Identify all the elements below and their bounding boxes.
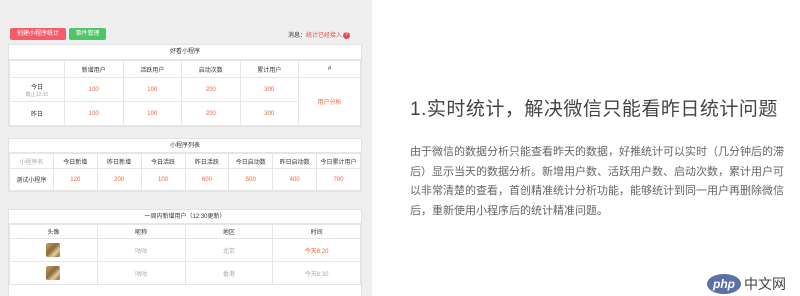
column-header: #	[298, 60, 361, 78]
avatar-cell	[9, 261, 98, 285]
create-miniprogram-stats-button[interactable]: 创建小程序统计	[10, 28, 66, 40]
column-header	[9, 60, 65, 78]
table-cell: 200	[181, 77, 241, 102]
nickname-cell: 咕咕	[96, 238, 186, 262]
avatar-cell	[9, 238, 98, 262]
table-cell: 100	[64, 77, 124, 102]
table-cell: 100	[64, 101, 124, 126]
table-cell: 100	[122, 77, 182, 102]
column-header: 今日启动数	[228, 153, 274, 169]
php-cn-logo: php 中文网	[707, 272, 786, 296]
column-header: 活跃用户	[122, 60, 182, 78]
table-row[interactable]: 测试小程序 120 200 100 600 500 400 700	[9, 168, 361, 191]
column-header: 累计用户	[239, 60, 299, 78]
column-header: 小程序名	[9, 153, 54, 169]
table-row: 咕咕 香港 今天8:30	[9, 261, 361, 285]
favorite-stats-table: 新增用户 活跃用户 启动次数 累计用户 # 今日 截止12:30 100 100 …	[9, 60, 361, 126]
miniprogram-list-table: 小程序名 今日新增 昨日新增 今日活跃 昨日活跃 今日启动数 昨日启动数 今日累…	[9, 153, 361, 191]
table-cell: 700	[316, 168, 361, 191]
row-label-text: 今日	[30, 84, 43, 91]
article-heading: 1.实时统计，解决微信只能看昨日统计问题	[410, 99, 778, 120]
region-cell: 香港	[184, 261, 274, 285]
table-cell: 120	[52, 168, 98, 191]
card-title: 小程序列表	[9, 139, 361, 153]
column-header: 头像	[9, 224, 98, 239]
weekly-users-table: 头像 昵称 地区 时间 咕咕 北京 今天8:20 咕咕 香港 今天8:30	[9, 224, 361, 285]
table-cell: 200	[181, 101, 241, 126]
weekly-new-users-card: 一周内新增用户（12:30更新） 头像 昵称 地区 时间 咕咕 北京 今天8:2…	[8, 209, 362, 296]
time-cell: 今天8:20	[272, 238, 361, 262]
nickname-cell: 咕咕	[96, 261, 186, 285]
column-header: 地区	[184, 224, 274, 239]
user-analysis-link[interactable]: 用户分析	[298, 77, 361, 126]
table-cell: 300	[239, 77, 299, 102]
column-header: 今日新增	[52, 153, 98, 169]
row-label-sub: 截止12:30	[25, 91, 49, 98]
table-row: 咕咕 北京 今天8:20	[9, 238, 361, 262]
row-label: 昨日	[9, 101, 65, 126]
column-header: 时间	[272, 224, 361, 239]
table-cell: 400	[272, 168, 318, 191]
row-label: 今日 截止12:30	[9, 77, 65, 102]
avatar	[46, 243, 61, 257]
php-logo-mark: php	[707, 274, 741, 294]
column-header: 启动次数	[181, 60, 241, 78]
card-title: 一周内新增用户（12:30更新）	[9, 210, 361, 224]
avatar	[46, 266, 61, 280]
table-cell: 100	[140, 168, 186, 191]
column-header: 新增用户	[64, 60, 124, 78]
column-header: 昨日启动数	[272, 153, 318, 169]
help-icon[interactable]: ?	[343, 32, 350, 39]
column-header: 昵称	[96, 224, 186, 239]
notice-bar: 消息：统计已经接入?	[288, 32, 350, 40]
notice-link[interactable]: 统计已经接入	[306, 33, 342, 39]
column-header: 今日活跃	[140, 153, 186, 169]
favorite-miniprogram-card: 好看小程序 新增用户 活跃用户 启动次数 累计用户 # 今日 截止12:30 10…	[8, 44, 362, 127]
table-cell: 200	[96, 168, 142, 191]
table-header-row: 新增用户 活跃用户 启动次数 累计用户 #	[9, 60, 361, 78]
table-cell: 100	[122, 101, 182, 126]
php-logo-text: 中文网	[744, 276, 786, 292]
event-management-button[interactable]: 事件管理	[69, 28, 106, 40]
notice-prefix: 消息：	[287, 33, 306, 40]
region-cell: 北京	[184, 238, 274, 262]
table-cell: 600	[184, 168, 230, 191]
column-header: 昨日新增	[96, 153, 142, 169]
table-header-row: 小程序名 今日新增 昨日新增 今日活跃 昨日活跃 今日启动数 昨日启动数 今日累…	[9, 153, 361, 169]
column-header: 昨日活跃	[184, 153, 230, 169]
dashboard-preview: 创建小程序统计 事件管理 消息：统计已经接入? 好看小程序 新增用户 活跃用户 …	[0, 0, 372, 296]
miniprogram-list-card: 小程序列表 小程序名 今日新增 昨日新增 今日活跃 昨日活跃 今日启动数 昨日启…	[8, 138, 362, 192]
article-body: 由于微信的数据分析只能查看昨天的数据，好推统计可以实时（几分钟后的滞后）显示当天…	[410, 146, 784, 217]
column-header: 今日累计用户	[316, 153, 361, 169]
table-cell: 500	[228, 168, 274, 191]
table-row: 今日 截止12:30 100 100 200 300 用户分析	[9, 77, 361, 126]
card-title: 好看小程序	[9, 45, 361, 60]
table-header-row: 头像 昵称 地区 时间	[9, 224, 361, 239]
table-cell: 300	[239, 101, 299, 126]
time-cell: 今天8:30	[272, 261, 361, 285]
miniprogram-name[interactable]: 测试小程序	[9, 168, 54, 191]
